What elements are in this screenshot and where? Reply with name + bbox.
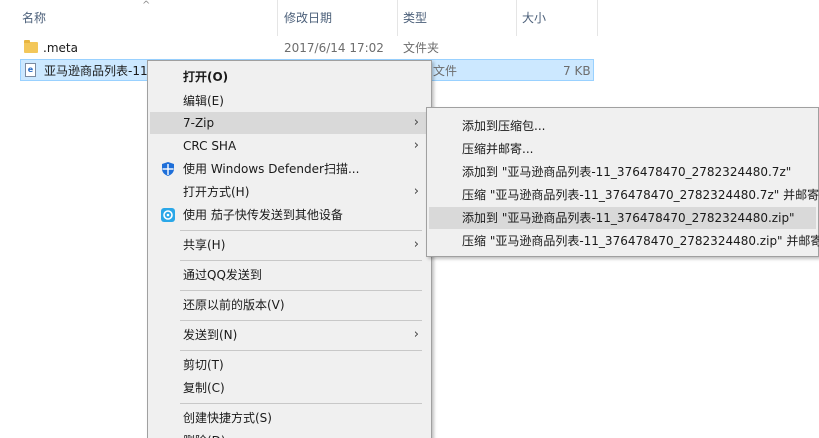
- menu-item-qq-send[interactable]: 通过QQ发送到: [150, 264, 429, 286]
- folder-icon: [24, 40, 38, 53]
- chevron-right-icon: ›: [413, 327, 419, 342]
- chevron-right-icon: ›: [413, 115, 419, 130]
- menu-item-label: 使用 茄子快传发送到其他设备: [183, 208, 343, 222]
- menu-item-delete[interactable]: 删除(D): [150, 430, 429, 438]
- menu-item-qiezi-send[interactable]: 使用 茄子快传发送到其他设备: [150, 204, 429, 226]
- menu-separator: [180, 350, 422, 351]
- menu-item-edit[interactable]: 编辑(E): [150, 90, 429, 112]
- menu-item-label: CRC SHA: [183, 139, 237, 153]
- submenu-item-label: 压缩 "亚马逊商品列表-11_376478470_2782324480.7z" …: [462, 188, 819, 202]
- menu-item-label: 编辑(E): [183, 94, 224, 108]
- menu-item-cut[interactable]: 剪切(T): [150, 354, 429, 376]
- submenu-item-label: 压缩 "亚马逊商品列表-11_376478470_2782324480.zip"…: [462, 234, 819, 248]
- column-divider[interactable]: [516, 0, 517, 36]
- submenu-item-add-to-archive[interactable]: 添加到压缩包...: [429, 115, 816, 137]
- menu-separator: [180, 290, 422, 291]
- menu-item-label: 创建快捷方式(S): [183, 411, 272, 425]
- menu-item-crc-sha[interactable]: CRC SHA ›: [150, 135, 429, 157]
- file-icon: e: [25, 63, 36, 77]
- submenu-item-label: 压缩并邮寄...: [462, 142, 534, 156]
- qiezi-icon: [161, 208, 175, 222]
- submenu-item-compress-7z-email[interactable]: 压缩 "亚马逊商品列表-11_376478470_2782324480.7z" …: [429, 184, 819, 206]
- menu-item-label: 使用 Windows Defender扫描...: [183, 162, 360, 176]
- menu-item-label: 通过QQ发送到: [183, 268, 262, 282]
- menu-item-share[interactable]: 共享(H) ›: [150, 234, 429, 256]
- submenu-item-label: 添加到压缩包...: [462, 119, 546, 133]
- column-header-date[interactable]: 修改日期: [284, 0, 332, 36]
- menu-item-open-with[interactable]: 打开方式(H) ›: [150, 181, 429, 203]
- sort-ascending-icon: ^: [142, 0, 151, 11]
- column-header-size[interactable]: 大小: [522, 0, 546, 36]
- menu-separator: [180, 403, 422, 404]
- menu-item-label: 共享(H): [183, 238, 226, 252]
- menu-item-label: 打开(O): [183, 70, 229, 84]
- menu-item-open[interactable]: 打开(O): [150, 66, 429, 88]
- menu-item-label: 复制(C): [183, 381, 225, 395]
- file-type: 文件夹: [403, 41, 440, 55]
- column-header-type[interactable]: 类型: [403, 0, 427, 36]
- submenu-item-compress-email[interactable]: 压缩并邮寄...: [429, 138, 816, 160]
- menu-item-copy[interactable]: 复制(C): [150, 377, 429, 399]
- column-divider[interactable]: [397, 0, 398, 36]
- menu-item-label: 删除(D): [183, 430, 226, 438]
- file-name: 亚马逊商品列表-11: [44, 64, 148, 78]
- menu-item-7zip[interactable]: 7-Zip ›: [150, 112, 429, 134]
- menu-item-label: 剪切(T): [183, 358, 224, 372]
- column-divider[interactable]: [597, 0, 598, 36]
- file-name: .meta: [43, 41, 78, 55]
- menu-item-label: 7-Zip: [183, 116, 215, 130]
- context-menu: 打开(O) 编辑(E) 7-Zip › CRC SHA › 使用 Windows…: [147, 60, 432, 438]
- menu-item-create-shortcut[interactable]: 创建快捷方式(S): [150, 407, 429, 429]
- submenu-item-add-to-7z[interactable]: 添加到 "亚马逊商品列表-11_376478470_2782324480.7z": [429, 161, 816, 183]
- menu-separator: [180, 320, 422, 321]
- column-header-name[interactable]: 名称: [22, 0, 46, 36]
- file-date: 2017/6/14 17:02: [284, 41, 384, 55]
- file-size: 7 KB: [563, 64, 591, 78]
- menu-item-restore-versions[interactable]: 还原以前的版本(V): [150, 294, 429, 316]
- chevron-right-icon: ›: [413, 138, 419, 153]
- menu-item-label: 打开方式(H): [183, 185, 250, 199]
- file-row-meta[interactable]: .meta 2017/6/14 17:02 文件夹: [20, 37, 594, 59]
- menu-item-send-to[interactable]: 发送到(N) ›: [150, 324, 429, 346]
- menu-item-label: 还原以前的版本(V): [183, 298, 285, 312]
- column-divider[interactable]: [277, 0, 278, 36]
- windows-defender-icon: [162, 162, 174, 176]
- chevron-right-icon: ›: [413, 184, 419, 199]
- chevron-right-icon: ›: [413, 237, 419, 252]
- menu-item-label: 发送到(N): [183, 328, 238, 342]
- submenu-item-compress-zip-email[interactable]: 压缩 "亚马逊商品列表-11_376478470_2782324480.zip"…: [429, 230, 819, 252]
- 7zip-submenu: 添加到压缩包... 压缩并邮寄... 添加到 "亚马逊商品列表-11_37647…: [426, 107, 819, 257]
- file-type: 文件: [433, 64, 458, 78]
- submenu-item-add-to-zip[interactable]: 添加到 "亚马逊商品列表-11_376478470_2782324480.zip…: [429, 207, 816, 229]
- menu-item-defender-scan[interactable]: 使用 Windows Defender扫描...: [150, 158, 429, 180]
- submenu-item-label: 添加到 "亚马逊商品列表-11_376478470_2782324480.zip…: [462, 211, 795, 225]
- menu-separator: [180, 230, 422, 231]
- menu-separator: [180, 260, 422, 261]
- submenu-item-label: 添加到 "亚马逊商品列表-11_376478470_2782324480.7z": [462, 165, 792, 179]
